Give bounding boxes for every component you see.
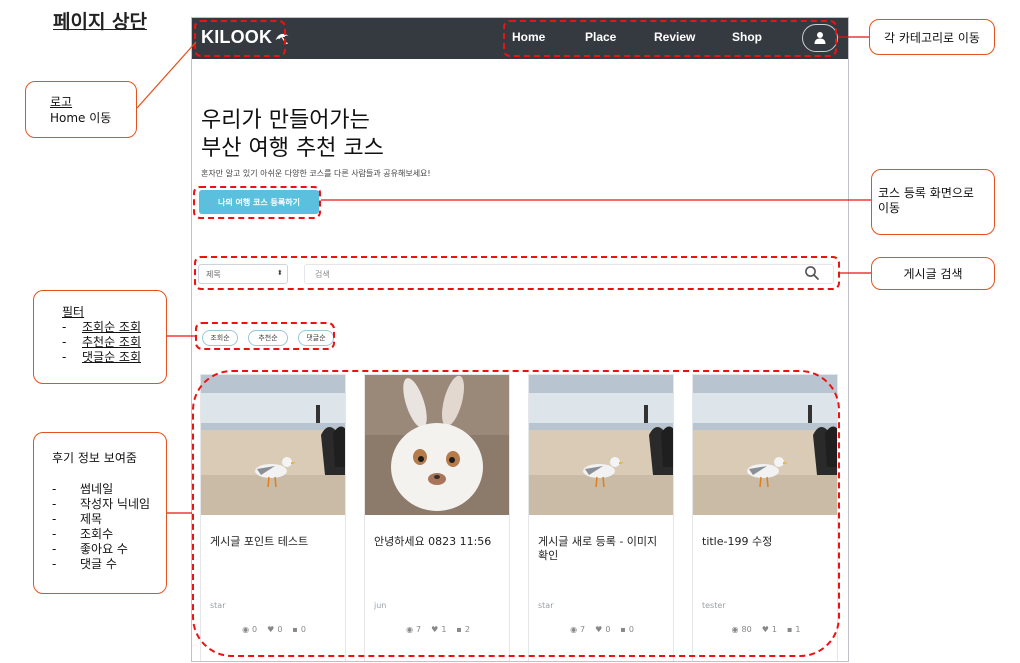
annotation-filter-item: 댓글순 조회 [82, 350, 142, 364]
annotation-category: 각 카테고리로 이동 [869, 19, 995, 55]
annotation-logo-title: 로고 [50, 95, 73, 109]
annotation-review-title: 후기 정보 보여줌 [52, 451, 137, 465]
annotation-review-item: 작성자 닉네임 [80, 497, 151, 511]
annotation-logo: 로고 Home 이동 [25, 81, 137, 138]
annotation-filter: 필터 - 조회순 조회 - 추천순 조회 - 댓글순 조회 [33, 290, 167, 384]
annotation-review-item: 제목 [80, 512, 103, 526]
annotation-review-item: 썸네일 [80, 482, 114, 496]
annotation-review-item: 댓글 수 [80, 557, 117, 571]
annotation-logo-desc: Home 이동 [50, 111, 112, 125]
annotation-search: 게시글 검색 [871, 257, 995, 290]
annotation-filter-title: 필터 [62, 305, 85, 319]
annotation-review-item: 조회수 [80, 527, 114, 541]
annotation-filter-item: 조회순 조회 [82, 320, 142, 334]
annotation-filter-item: 추천순 조회 [82, 335, 142, 349]
annotation-review-item: 좋아요 수 [80, 542, 128, 556]
annotation-review: 후기 정보 보여줌 - 썸네일 - 작성자 닉네임 - 제목 - 조회수 - 좋아요 수 … [33, 432, 167, 594]
annotation-register: 코스 등록 화면으로 이동 [871, 169, 995, 235]
